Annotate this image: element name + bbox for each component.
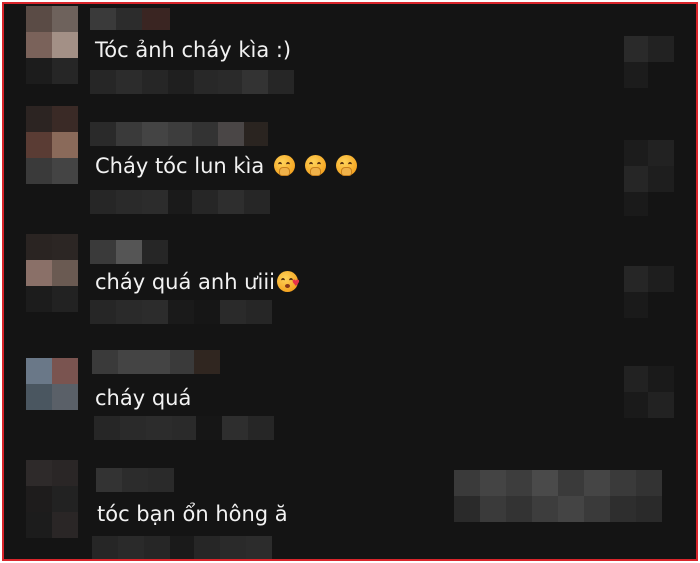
like-icon[interactable] <box>624 366 674 418</box>
comment-meta-blurred <box>94 416 274 440</box>
comment-text: tóc bạn ổn hông ă <box>97 500 288 528</box>
comment-text-body: Tóc ảnh cháy kìa :) <box>95 38 292 62</box>
avatar[interactable] <box>26 358 78 410</box>
avatar[interactable] <box>26 6 78 84</box>
commenter-name-blurred[interactable] <box>90 8 170 30</box>
comment-text-body: cháy quá anh ưiii <box>95 270 275 294</box>
commenter-name-blurred[interactable] <box>92 350 220 374</box>
comment-meta-blurred <box>90 70 294 94</box>
commenter-name-blurred[interactable] <box>90 240 168 264</box>
comment-meta-blurred <box>90 300 272 324</box>
comment-text: Tóc ảnh cháy kìa :) <box>95 36 291 64</box>
blurred-reply-preview[interactable] <box>454 470 662 522</box>
face-blowing-a-kiss-icon: ♥ <box>277 271 300 292</box>
comment-text-body: tóc bạn ổn hông ă <box>97 502 288 526</box>
comment-text: cháy quá <box>95 384 191 412</box>
comment-meta-blurred <box>90 190 298 214</box>
avatar[interactable] <box>26 106 78 184</box>
face-with-hand-over-mouth-icon <box>274 155 296 176</box>
comment-text-body: Cháy tóc lun kìa <box>95 154 265 178</box>
comment-text: cháy quá anh ưiii ♥ <box>95 268 300 296</box>
like-icon[interactable] <box>624 266 674 318</box>
avatar[interactable] <box>26 234 78 312</box>
comment-text-body: cháy quá <box>95 386 192 410</box>
avatar[interactable] <box>26 460 78 538</box>
comment-section-frame: Tóc ảnh cháy kìa :) Cháy tóc lun kìa chá… <box>2 2 698 561</box>
face-with-hand-over-mouth-icon <box>305 155 327 176</box>
like-icon[interactable] <box>624 36 674 88</box>
commenter-name-blurred[interactable] <box>90 122 268 146</box>
like-icon[interactable] <box>624 140 674 216</box>
comment-meta-blurred <box>92 536 292 559</box>
comment-text: Cháy tóc lun kìa <box>95 152 358 180</box>
face-with-hand-over-mouth-icon <box>336 155 358 176</box>
commenter-name-blurred[interactable] <box>96 468 174 492</box>
